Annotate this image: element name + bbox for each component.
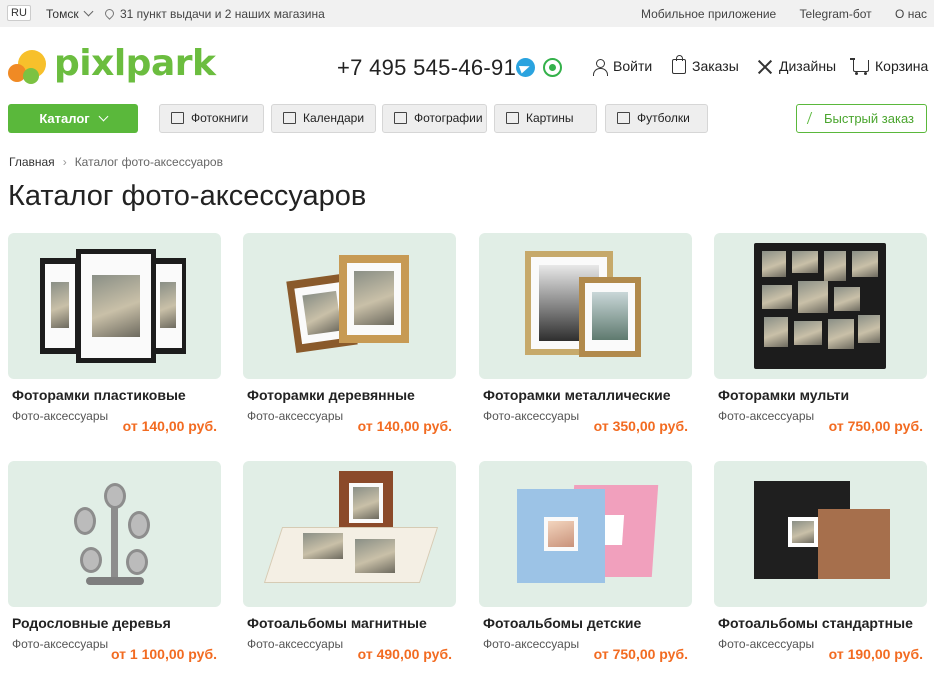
designs-link[interactable]: Дизайны	[757, 58, 836, 75]
logo-mark	[8, 50, 48, 86]
cart-link[interactable]: Корзина	[850, 58, 929, 76]
product-name[interactable]: Фоторамки мульти	[714, 387, 927, 403]
nav-photobooks[interactable]: Фотокниги	[159, 104, 264, 133]
product-price: от 490,00 руб.	[357, 646, 452, 662]
product-price: от 140,00 руб.	[357, 418, 452, 434]
logo-wordmark: pixlpark	[54, 43, 216, 84]
product-meta: Фото-аксессуары от 140,00 руб.	[8, 409, 221, 441]
product-price: от 750,00 руб.	[593, 646, 688, 662]
product-name[interactable]: Фоторамки пластиковые	[8, 387, 221, 403]
product-price: от 1 100,00 руб.	[110, 646, 217, 662]
telegram-icon[interactable]	[516, 58, 535, 77]
product-card[interactable]: Фотоальбомы магнитные Фото-аксессуары от…	[243, 461, 456, 669]
product-image	[243, 461, 456, 607]
product-meta: Фото-аксессуары от 350,00 руб.	[479, 409, 692, 441]
product-meta: Фото-аксессуары от 1 100,00 руб.	[8, 637, 221, 669]
designs-icon	[757, 59, 773, 75]
product-image	[8, 233, 221, 379]
product-image	[479, 233, 692, 379]
product-meta: Фото-аксессуары от 750,00 руб.	[714, 409, 927, 441]
language-switcher[interactable]: RU	[7, 5, 31, 21]
product-card[interactable]: Фотоальбомы детские Фото-аксессуары от 7…	[479, 461, 692, 669]
phone-number[interactable]: +7 495 545-46-91	[337, 55, 516, 81]
location-pin-icon	[103, 7, 116, 20]
about-link[interactable]: О нас	[895, 7, 927, 21]
city-label: Томск	[46, 7, 79, 21]
product-card[interactable]: Фоторамки мульти Фото-аксессуары от 750,…	[714, 233, 927, 441]
telegram-bot-link[interactable]: Telegram-бот	[800, 7, 872, 21]
nav-photos-label: Фотографии	[414, 111, 483, 125]
catalog-label: Каталог	[39, 111, 90, 126]
bag-icon	[672, 54, 686, 74]
nav-paintings-label: Картины	[526, 111, 574, 125]
product-card[interactable]: Фоторамки пластиковые Фото-аксессуары от…	[8, 233, 221, 441]
product-image	[8, 461, 221, 607]
login-link[interactable]: Войти	[593, 58, 653, 77]
page-title: Каталог фото-аксессуаров	[8, 180, 367, 212]
fast-order-button[interactable]: Быстрый заказ	[796, 104, 927, 133]
product-meta: Фото-аксессуары от 140,00 руб.	[243, 409, 456, 441]
breadcrumb-separator: ›	[62, 155, 67, 169]
calendar-icon	[283, 111, 296, 124]
nav-paintings[interactable]: Картины	[494, 104, 597, 133]
lightning-icon	[806, 112, 819, 124]
cart-label: Корзина	[875, 58, 929, 74]
orders-link[interactable]: Заказы	[672, 54, 739, 75]
nav-tshirts-label: Футболки	[637, 111, 690, 125]
catalog-button[interactable]: Каталог	[8, 104, 138, 133]
product-meta: Фото-аксессуары от 490,00 руб.	[243, 637, 456, 669]
canvas-icon	[506, 111, 519, 124]
nav-calendars[interactable]: Календари	[271, 104, 376, 133]
product-name[interactable]: Фотоальбомы детские	[479, 615, 692, 631]
product-card[interactable]: Родословные деревья Фото-аксессуары от 1…	[8, 461, 221, 669]
tshirt-icon	[617, 111, 630, 124]
nav-tshirts[interactable]: Футболки	[605, 104, 708, 133]
product-image	[714, 233, 927, 379]
login-label: Войти	[613, 58, 653, 74]
product-name[interactable]: Фотоальбомы магнитные	[243, 615, 456, 631]
fast-order-label: Быстрый заказ	[824, 111, 914, 126]
product-image	[714, 461, 927, 607]
product-name[interactable]: Фотоальбомы стандартные	[714, 615, 927, 631]
top-bar: RU Томск 31 пункт выдачи и 2 наших магаз…	[0, 0, 934, 27]
nav-photos[interactable]: Фотографии	[382, 104, 487, 133]
mobile-app-link[interactable]: Мобильное приложение	[641, 7, 776, 21]
product-name[interactable]: Фоторамки металлические	[479, 387, 692, 403]
product-price: от 190,00 руб.	[828, 646, 923, 662]
chevron-down-icon	[98, 111, 109, 122]
breadcrumb-current: Каталог фото-аксессуаров	[74, 155, 223, 169]
breadcrumb-home[interactable]: Главная	[9, 155, 55, 169]
whatsapp-icon[interactable]	[543, 58, 562, 77]
product-name[interactable]: Фоторамки деревянные	[243, 387, 456, 403]
image-icon	[394, 111, 407, 124]
cart-icon	[850, 58, 869, 76]
designs-label: Дизайны	[779, 58, 837, 74]
user-icon	[593, 59, 608, 77]
pickup-points-link[interactable]: 31 пункт выдачи и 2 наших магазина	[103, 7, 325, 21]
top-links: Мобильное приложение Telegram-бот О нас	[621, 7, 927, 21]
product-price: от 750,00 руб.	[828, 418, 923, 434]
nav-calendars-label: Календари	[303, 111, 365, 125]
product-price: от 350,00 руб.	[593, 418, 688, 434]
product-card[interactable]: Фоторамки деревянные Фото-аксессуары от …	[243, 233, 456, 441]
product-meta: Фото-аксессуары от 750,00 руб.	[479, 637, 692, 669]
product-image	[243, 233, 456, 379]
chevron-down-icon	[83, 6, 94, 17]
album-photo	[303, 533, 343, 559]
orders-label: Заказы	[692, 58, 739, 74]
breadcrumb: Главная › Каталог фото-аксессуаров	[9, 155, 223, 169]
product-meta: Фото-аксессуары от 190,00 руб.	[714, 637, 927, 669]
pickup-points-label: 31 пункт выдачи и 2 наших магазина	[120, 7, 325, 21]
product-name[interactable]: Родословные деревья	[8, 615, 221, 631]
product-price: от 140,00 руб.	[122, 418, 217, 434]
city-selector[interactable]: Томск	[46, 6, 94, 21]
book-icon	[171, 111, 184, 124]
product-card[interactable]: Фотоальбомы стандартные Фото-аксессуары …	[714, 461, 927, 669]
product-image	[479, 461, 692, 607]
logo[interactable]: pixlpark	[8, 43, 216, 90]
nav-photobooks-label: Фотокниги	[191, 111, 249, 125]
product-card[interactable]: Фоторамки металлические Фото-аксессуары …	[479, 233, 692, 441]
